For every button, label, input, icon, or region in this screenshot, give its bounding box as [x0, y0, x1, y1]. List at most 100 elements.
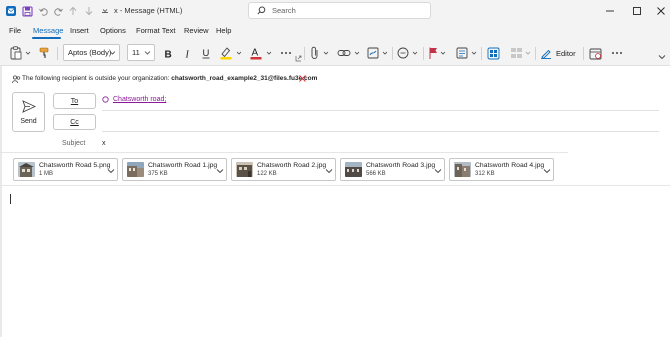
attachment-card[interactable]: Chatsworth Road 4.jpg 312 KB: [449, 158, 554, 181]
send-icon: [22, 100, 37, 115]
format-painter-icon[interactable]: [38, 44, 52, 62]
ribbon-divider: [535, 47, 536, 60]
underline-button[interactable]: U: [199, 44, 213, 62]
menu-help[interactable]: Help: [216, 26, 231, 35]
chevron-down-icon: [144, 49, 151, 58]
attachment-size: 566 KB: [366, 171, 386, 177]
ribbon-divider: [481, 47, 482, 60]
loop-component-button[interactable]: [396, 44, 420, 62]
to-field[interactable]: Chatsworth road;: [102, 96, 166, 103]
chevron-down-icon[interactable]: [216, 167, 224, 176]
message-body[interactable]: [2, 186, 670, 337]
redo-icon[interactable]: [52, 5, 64, 17]
attachment-card[interactable]: Chatsworth Road 2.jpg 122 KB: [231, 158, 336, 181]
save-icon[interactable]: [21, 5, 33, 17]
paste-button[interactable]: [8, 44, 34, 62]
tags-button[interactable]: [455, 44, 479, 62]
close-button[interactable]: [654, 4, 668, 18]
cc-button[interactable]: Cc: [53, 114, 96, 130]
attachment-size: 122 KB: [257, 171, 277, 177]
menu-options[interactable]: Options: [100, 26, 126, 35]
collapse-ribbon-icon[interactable]: [656, 52, 668, 62]
undo-icon[interactable]: [37, 5, 49, 17]
attachment-size: 375 KB: [148, 171, 168, 177]
arrow-down-icon[interactable]: [83, 5, 95, 17]
search-placeholder: Search: [272, 6, 296, 15]
window-title: x - Message (HTML): [114, 6, 183, 15]
maximize-button[interactable]: [630, 4, 644, 18]
chevron-down-icon[interactable]: [107, 167, 115, 176]
svg-text:B: B: [165, 49, 172, 59]
search-icon: [257, 6, 266, 15]
attachment-card[interactable]: Chatsworth Road 5.png 1 MB: [13, 158, 118, 181]
menu-review[interactable]: Review: [184, 26, 209, 35]
svg-text:U: U: [203, 48, 210, 59]
attachment-name: Chatsworth Road 5.png: [39, 162, 111, 169]
close-icon[interactable]: [298, 74, 307, 85]
svg-text:A: A: [252, 48, 259, 59]
people-icon: [12, 75, 21, 86]
external-recipient-email: chatsworth_road_example2_31@files.fu3e.c…: [171, 75, 318, 82]
signature-button[interactable]: [366, 44, 390, 62]
image-thumbnail: [18, 162, 35, 177]
ribbon-divider: [57, 47, 58, 60]
send-button[interactable]: Send: [12, 92, 45, 132]
cc-label: Cc: [70, 118, 79, 126]
to-label: To: [70, 97, 79, 105]
subject-label: Subject: [62, 140, 86, 147]
attachment-card[interactable]: Chatsworth Road 3.jpg 566 KB: [340, 158, 445, 181]
to-button[interactable]: To: [53, 93, 96, 109]
font-size-select[interactable]: 11: [127, 44, 155, 61]
highlight-color-button[interactable]: [218, 44, 244, 62]
outlook-icon[interactable]: [5, 5, 17, 17]
attachment-card[interactable]: Chatsworth Road 1.jpg 375 KB: [122, 158, 227, 181]
image-thumbnail: [127, 162, 144, 177]
font-family-value: Aptos (Body): [68, 48, 112, 57]
menu-bar: File Message Insert Options Format Text …: [0, 22, 670, 40]
link-button[interactable]: [336, 44, 362, 62]
to-recipient[interactable]: Chatsworth road;: [113, 96, 166, 103]
flag-icon[interactable]: [427, 44, 449, 62]
cc-field-underline[interactable]: [102, 131, 659, 132]
image-thumbnail: [345, 162, 362, 177]
font-color-button[interactable]: A: [248, 44, 274, 62]
schedule-icon[interactable]: [587, 44, 603, 62]
customize-toolbar-icon[interactable]: [99, 5, 111, 17]
more-options-icon[interactable]: [610, 44, 624, 62]
ribbon-divider: [392, 47, 393, 60]
ribbon-divider: [423, 47, 424, 60]
arrow-up-icon[interactable]: [67, 5, 79, 17]
subject-input[interactable]: x: [102, 140, 106, 147]
to-field-underline: [102, 110, 659, 111]
minimize-button[interactable]: [603, 4, 617, 18]
attach-file-button[interactable]: [310, 44, 332, 62]
chevron-down-icon[interactable]: [325, 167, 333, 176]
italic-button[interactable]: I: [181, 44, 195, 62]
image-thumbnail: [454, 162, 471, 177]
chevron-down-icon[interactable]: [434, 167, 442, 176]
attachment-name: Chatsworth Road 2.jpg: [257, 162, 327, 169]
chevron-down-icon[interactable]: [543, 167, 551, 176]
bold-button[interactable]: B: [161, 44, 175, 62]
attachment-size: 1 MB: [39, 171, 54, 177]
image-thumbnail: [236, 162, 253, 177]
editor-icon: [540, 47, 552, 59]
title-bar: x - Message (HTML) Search: [0, 0, 670, 22]
editor-button[interactable]: Editor: [540, 44, 578, 62]
presence-icon: [102, 96, 109, 103]
font-family-select[interactable]: Aptos (Body): [63, 44, 120, 61]
menu-insert[interactable]: Insert: [70, 26, 89, 35]
dialog-launcher-icon[interactable]: [294, 54, 302, 62]
menu-file[interactable]: File: [9, 26, 21, 35]
subject-divider: [0, 152, 568, 153]
apps-icon[interactable]: [485, 44, 501, 62]
ribbon-divider: [583, 47, 584, 60]
view-templates-button[interactable]: [509, 44, 533, 62]
external-recipient-notice: The following recipient is outside your …: [0, 72, 670, 86]
editor-label: Editor: [556, 48, 576, 58]
more-formatting-icon[interactable]: [279, 44, 293, 62]
menu-message[interactable]: Message: [33, 26, 63, 35]
menu-format-text[interactable]: Format Text: [136, 26, 175, 35]
search-input[interactable]: Search: [248, 2, 431, 19]
external-notice-prefix: The following recipient is outside your …: [22, 75, 170, 82]
